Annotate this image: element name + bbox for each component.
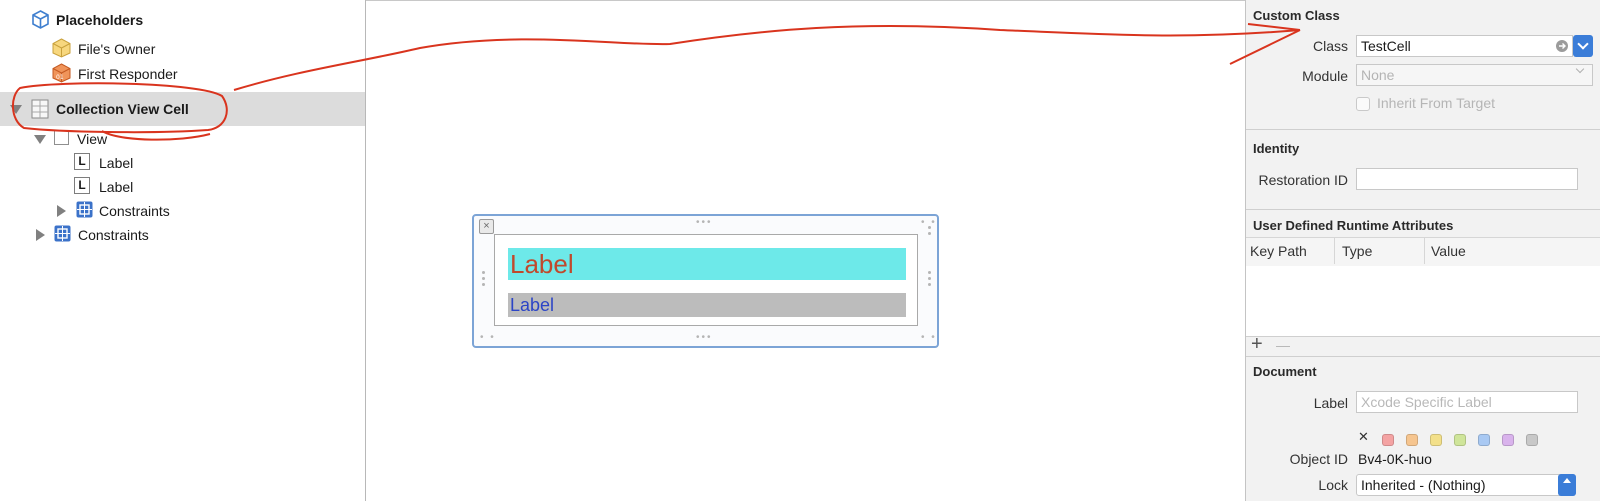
chevron-down-icon (1577, 38, 1589, 50)
column-separator (1424, 238, 1425, 264)
outline-row-label-b[interactable]: L Label (0, 175, 365, 199)
outline-label-first-responder: First Responder (78, 66, 178, 82)
outline-row-collection-view-cell[interactable]: Collection View Cell (0, 92, 365, 126)
close-icon[interactable]: × (479, 219, 494, 234)
object-id-value: Bv4-0K-huo (1358, 451, 1432, 467)
restoration-id-label: Restoration ID (1258, 172, 1348, 188)
cube-icon (32, 10, 49, 29)
module-field[interactable]: None (1356, 64, 1593, 86)
color-swatch-orange[interactable] (1406, 434, 1418, 446)
object-id-label: Object ID (1289, 451, 1348, 467)
color-swatch-purple[interactable] (1502, 434, 1514, 446)
identity-inspector: Custom Class Class TestCell Module None … (1245, 0, 1600, 501)
divider (1246, 356, 1600, 357)
outline-row-files-owner[interactable]: File's Owner (0, 37, 365, 61)
label-icon: L (74, 177, 90, 194)
resize-handle-bottom-right[interactable]: • • (921, 333, 937, 343)
constraints-icon (76, 201, 93, 218)
canvas-label-1[interactable]: Label (508, 248, 906, 280)
go-arrow-icon[interactable] (1555, 39, 1569, 53)
cell-content-view[interactable]: Label Label (494, 234, 918, 326)
color-swatch-green[interactable] (1454, 434, 1466, 446)
outline-label-label-b: Label (99, 179, 134, 195)
outline-label-view: View (77, 131, 108, 147)
color-swatch-gray[interactable] (1526, 434, 1538, 446)
resize-handle-bottom-left[interactable]: • • (480, 333, 496, 343)
disclosure-triangle-icon[interactable] (57, 205, 66, 217)
inherit-checkbox[interactable] (1356, 97, 1370, 111)
divider (1246, 209, 1600, 210)
resize-handle-right[interactable] (928, 271, 932, 289)
runtime-attributes-title: User Defined Runtime Attributes (1253, 218, 1454, 233)
runtime-attributes-table[interactable] (1246, 266, 1600, 336)
document-label-label: Label (1313, 395, 1348, 411)
svg-text:01: 01 (56, 74, 64, 81)
resize-handle-left[interactable] (482, 271, 486, 289)
outline-label-outer-constraints: Constraints (78, 227, 149, 243)
clear-color-button[interactable]: ✕ (1358, 429, 1369, 445)
outline-row-inner-constraints[interactable]: Constraints (0, 199, 365, 223)
document-outline: Placeholders File's Owner 01 First Respo… (0, 0, 366, 501)
first-responder-cube-icon: 01 (52, 63, 71, 83)
label-icon: L (74, 153, 90, 170)
add-attribute-button[interactable]: + (1251, 333, 1263, 356)
lock-popup-stepper[interactable] (1558, 474, 1576, 496)
interface-builder-canvas[interactable]: × ••• ••• • • • • • • Label Label (366, 0, 1245, 502)
color-swatch-yellow[interactable] (1430, 434, 1442, 446)
disclosure-triangle-icon[interactable] (34, 135, 46, 144)
restoration-id-field[interactable] (1356, 168, 1578, 190)
collection-view-cell-preview[interactable]: × ••• ••• • • • • • • Label Label (472, 214, 939, 348)
chevron-up-icon (1563, 478, 1571, 483)
column-type[interactable]: Type (1342, 243, 1372, 259)
column-separator (1334, 238, 1335, 264)
outline-label-inner-constraints: Constraints (99, 203, 170, 219)
outline-row-first-responder[interactable]: 01 First Responder (0, 62, 365, 86)
files-owner-cube-icon (52, 38, 71, 58)
resize-handle-top[interactable]: ••• (696, 218, 713, 228)
xcode-label-placeholder: Xcode Specific Label (1361, 394, 1492, 410)
divider (1246, 129, 1600, 130)
remove-attribute-button[interactable]: — (1276, 337, 1290, 353)
outline-row-view[interactable]: View (0, 127, 365, 151)
collection-cell-icon (31, 99, 49, 119)
color-swatch-blue[interactable] (1478, 434, 1490, 446)
resize-handle-right-top[interactable] (928, 226, 932, 238)
outline-label-collection-view-cell: Collection View Cell (56, 101, 189, 117)
disclosure-triangle-icon[interactable] (10, 105, 22, 114)
outline-label-placeholders: Placeholders (56, 12, 144, 28)
class-label: Class (1312, 38, 1348, 54)
xcode-label-field[interactable]: Xcode Specific Label (1356, 391, 1578, 413)
class-field[interactable]: TestCell (1356, 35, 1573, 57)
inherit-label: Inherit From Target (1377, 95, 1496, 111)
color-swatch-red[interactable] (1382, 434, 1394, 446)
identity-title: Identity (1253, 141, 1300, 156)
lock-label: Lock (1318, 477, 1348, 493)
view-icon (54, 130, 69, 145)
disclosure-triangle-icon[interactable] (36, 229, 45, 241)
outline-row-outer-constraints[interactable]: Constraints (0, 223, 365, 247)
constraints-icon (54, 225, 71, 242)
document-title: Document (1253, 364, 1317, 379)
outline-row-placeholders[interactable]: Placeholders (0, 8, 365, 32)
divider (1246, 336, 1600, 337)
column-value[interactable]: Value (1431, 243, 1466, 259)
custom-class-title: Custom Class (1253, 8, 1340, 23)
class-dropdown-button[interactable] (1573, 35, 1593, 57)
module-label: Module (1302, 68, 1348, 84)
column-key-path[interactable]: Key Path (1250, 243, 1307, 259)
canvas-label-2[interactable]: Label (508, 293, 906, 317)
outline-label-files-owner: File's Owner (78, 41, 156, 57)
outline-label-label-a: Label (99, 155, 134, 171)
lock-popup[interactable]: Inherited - (Nothing) (1356, 474, 1576, 496)
outline-row-label-a[interactable]: L Label (0, 151, 365, 175)
resize-handle-bottom[interactable]: ••• (696, 333, 713, 343)
